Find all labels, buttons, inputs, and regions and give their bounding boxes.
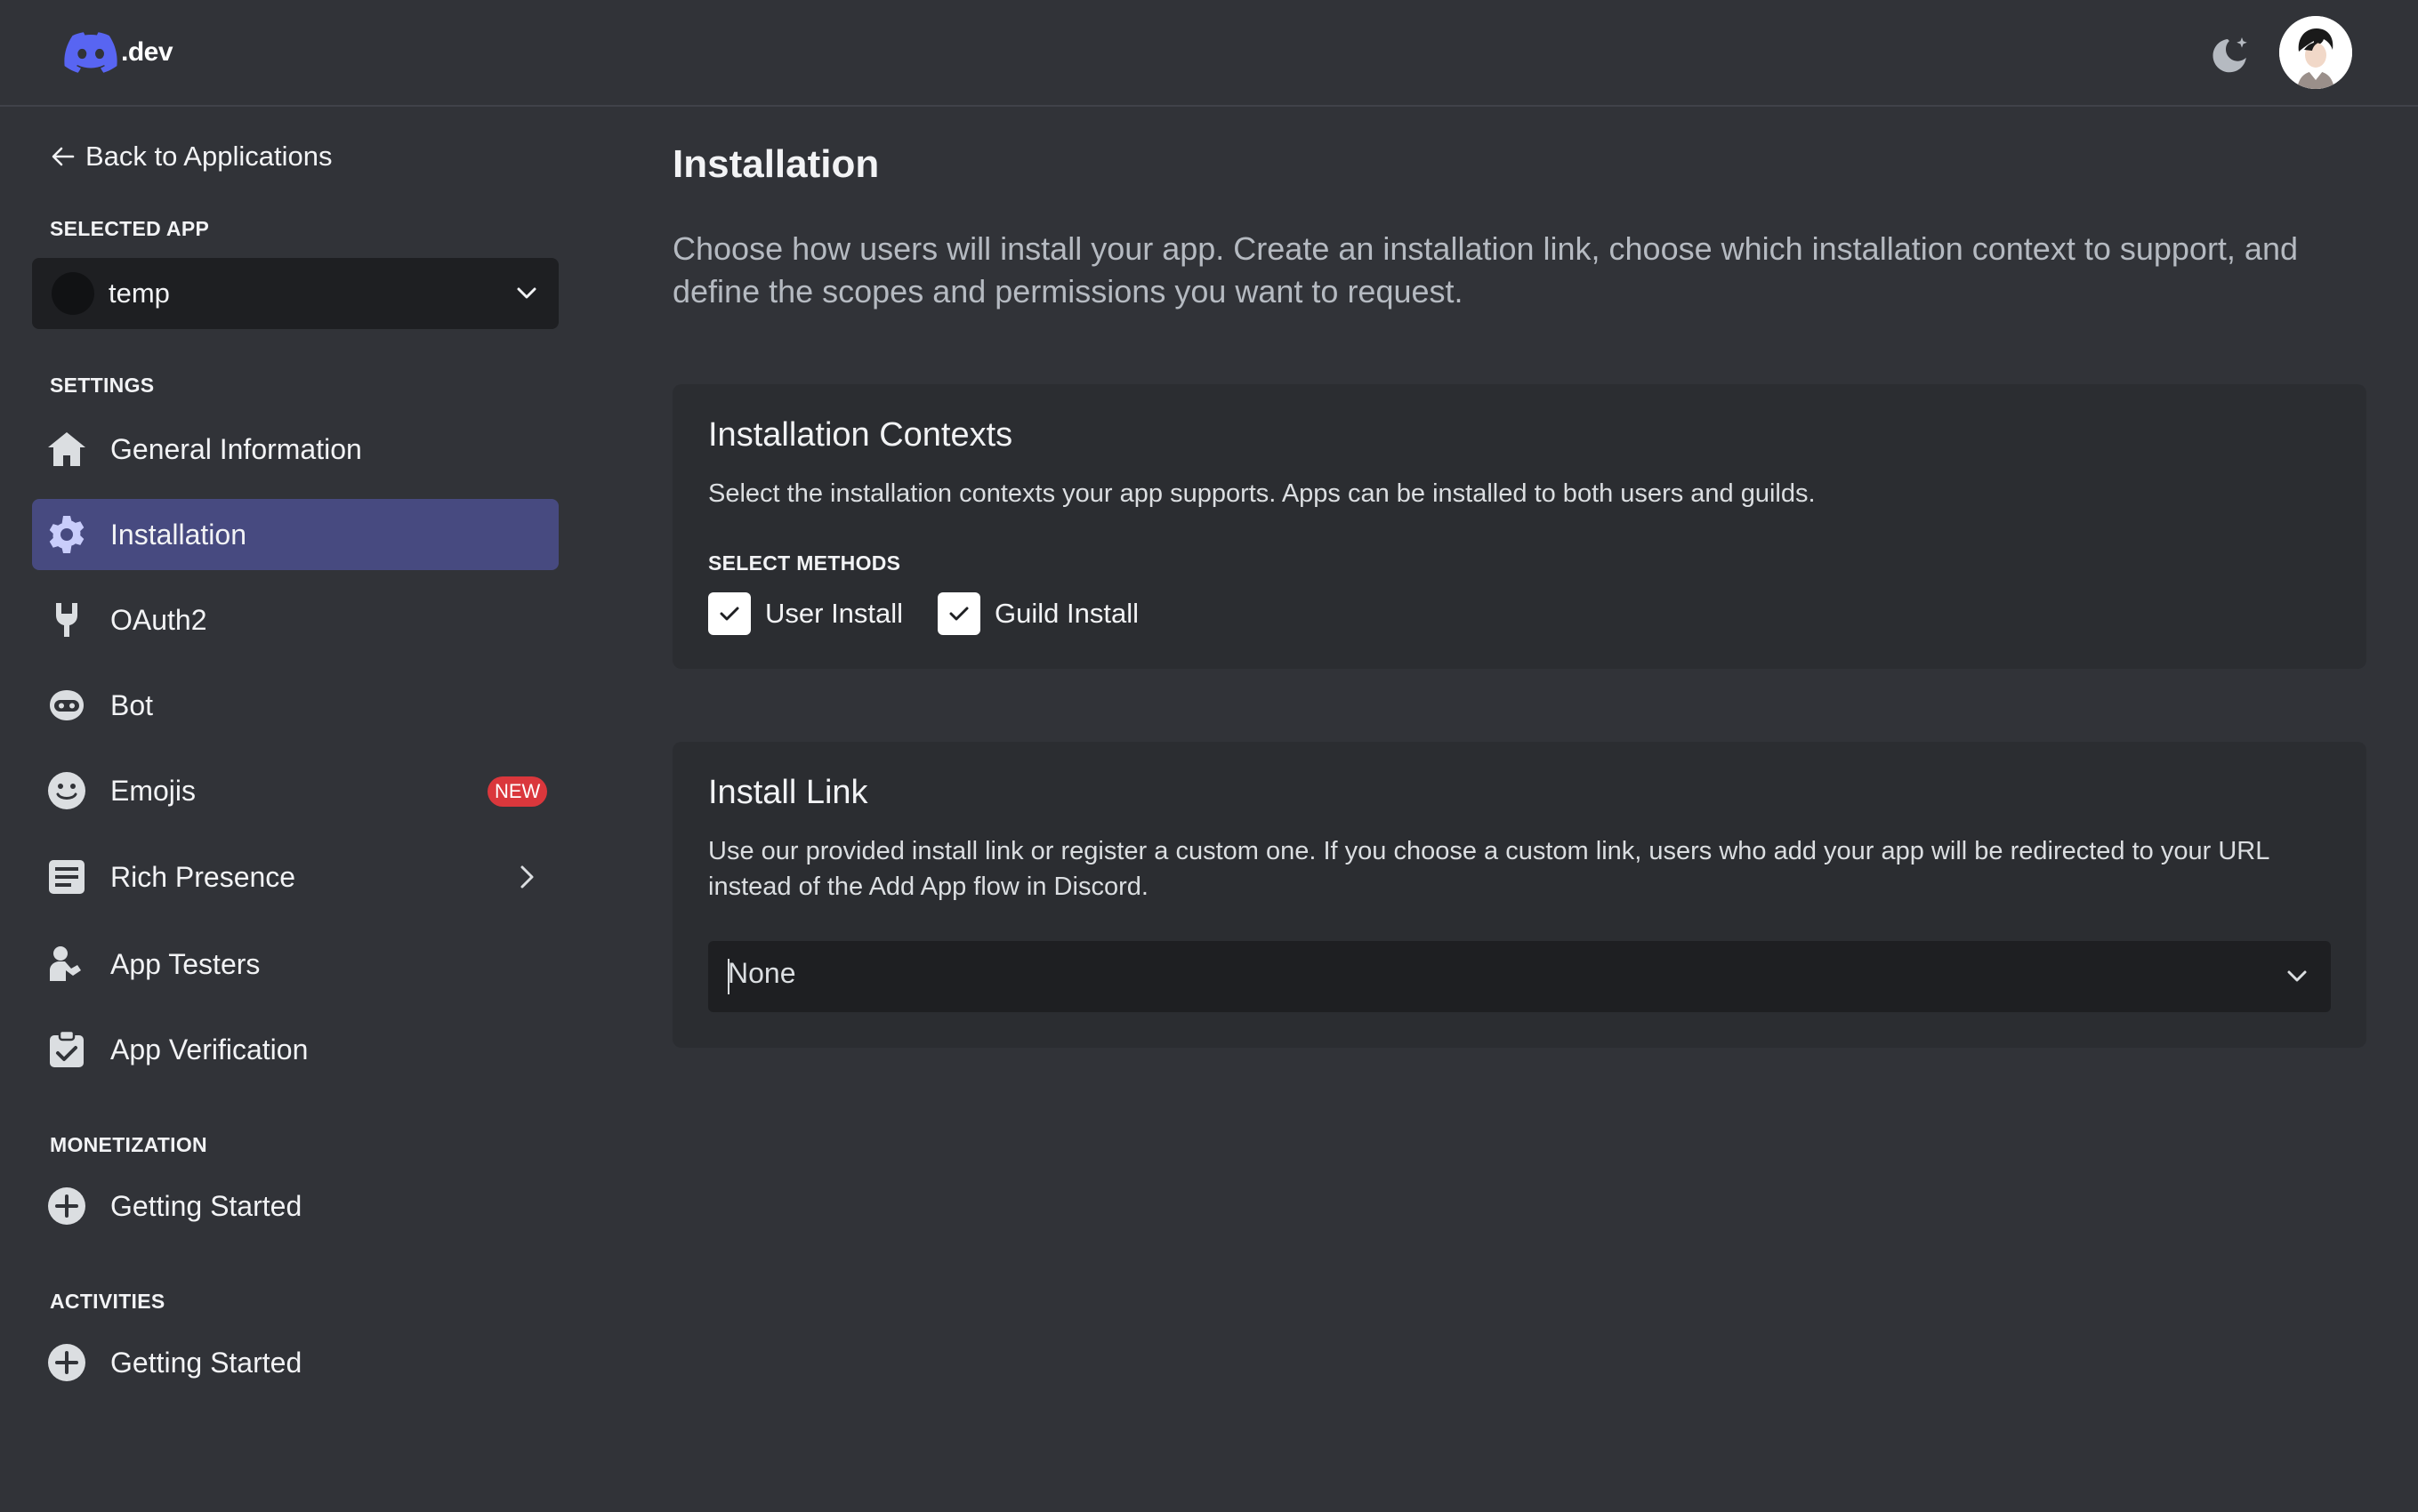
plus-circle-icon <box>46 1342 87 1383</box>
sidebar-item-rich-presence[interactable]: Rich Presence <box>32 841 559 913</box>
selected-app-heading: SELECTED APP <box>50 217 210 240</box>
sidebar-item-activities-getting-started[interactable]: Getting Started <box>32 1327 559 1398</box>
sidebar-item-app-testers[interactable]: App Testers <box>32 929 559 1000</box>
back-to-applications-link[interactable]: Back to Applications <box>50 135 332 178</box>
discord-logo-icon <box>64 32 117 73</box>
checkbox-label: User Install <box>765 598 904 629</box>
page-description: Choose how users will install your app. … <box>673 230 2298 310</box>
app-selector[interactable]: temp <box>32 258 559 329</box>
checkmark-icon <box>949 607 969 621</box>
checkbox-checked[interactable] <box>938 592 980 635</box>
user-install-checkbox[interactable]: User Install <box>708 592 903 635</box>
back-link-label: Back to Applications <box>85 141 333 172</box>
guild-install-checkbox[interactable]: Guild Install <box>938 592 1139 635</box>
chevron-right-icon <box>520 865 534 889</box>
checkmark-icon <box>720 607 739 621</box>
sidebar: Back to Applications SELECTED APP temp S… <box>0 107 596 1512</box>
sidebar-item-general-information[interactable]: General Information <box>32 414 559 485</box>
clipboard-check-icon <box>46 1029 87 1070</box>
sidebar-item-label: Rich Presence <box>110 860 296 893</box>
app-selector-value: temp <box>109 277 170 309</box>
activities-heading: ACTIVITIES <box>50 1290 165 1313</box>
select-methods-label: SELECT METHODS <box>708 551 901 575</box>
monetization-heading: MONETIZATION <box>50 1133 207 1156</box>
sidebar-item-emojis[interactable]: Emojis NEW <box>32 755 559 826</box>
avatar[interactable] <box>2279 16 2352 89</box>
sidebar-item-monetization-getting-started[interactable]: Getting Started <box>32 1170 559 1242</box>
new-badge: NEW <box>488 776 548 807</box>
sidebar-item-label: Bot <box>110 688 154 721</box>
checkbox-checked[interactable] <box>708 592 751 635</box>
top-bar: .dev <box>0 0 2418 107</box>
card-description: Use our provided install link or registe… <box>708 837 2269 901</box>
arrow-left-icon <box>52 147 75 166</box>
card-title: Install Link <box>708 774 868 811</box>
card-description: Select the installation contexts your ap… <box>708 479 1816 508</box>
sidebar-item-label: App Verification <box>110 1033 309 1066</box>
checkbox-label: Guild Install <box>995 598 1139 629</box>
sidebar-item-label: OAuth2 <box>110 603 207 636</box>
sidebar-item-oauth2[interactable]: OAuth2 <box>32 584 559 655</box>
discord-dev-logo[interactable]: .dev <box>64 32 173 73</box>
card-title: Installation Contexts <box>708 416 1013 454</box>
install-link-select[interactable]: None <box>708 941 2331 1012</box>
document-icon <box>46 857 87 897</box>
sidebar-item-label: Getting Started <box>110 1346 302 1379</box>
home-icon <box>46 429 87 470</box>
app-icon <box>52 272 94 315</box>
settings-heading: SETTINGS <box>50 374 155 397</box>
install-link-select-value: None <box>728 957 796 989</box>
sidebar-item-label: General Information <box>110 432 362 465</box>
logo-text: .dev <box>121 37 173 67</box>
chevron-down-icon <box>2287 970 2307 982</box>
moon-icon <box>2212 37 2247 73</box>
page-title: Installation <box>673 142 880 186</box>
theme-toggle-button[interactable] <box>2206 32 2254 80</box>
chevron-down-icon <box>517 287 536 299</box>
sidebar-item-label: Getting Started <box>110 1189 302 1222</box>
install-link-card: Install Link Use our provided install li… <box>673 742 2366 1048</box>
emoji-icon <box>46 770 87 811</box>
tester-icon <box>46 944 87 985</box>
wrench-icon <box>46 599 87 640</box>
sidebar-item-label: App Testers <box>110 947 261 980</box>
sidebar-item-label: Emojis <box>110 774 197 807</box>
sidebar-item-installation[interactable]: Installation <box>32 499 559 570</box>
sidebar-item-label: Installation <box>110 518 246 551</box>
sidebar-item-bot[interactable]: Bot <box>32 670 559 741</box>
plus-circle-icon <box>46 1186 87 1226</box>
user-avatar-icon <box>2279 16 2352 89</box>
gear-icon <box>46 514 87 555</box>
sidebar-item-app-verification[interactable]: App Verification <box>32 1014 559 1085</box>
installation-contexts-card: Installation Contexts Select the install… <box>673 384 2366 669</box>
bot-icon <box>46 685 87 726</box>
